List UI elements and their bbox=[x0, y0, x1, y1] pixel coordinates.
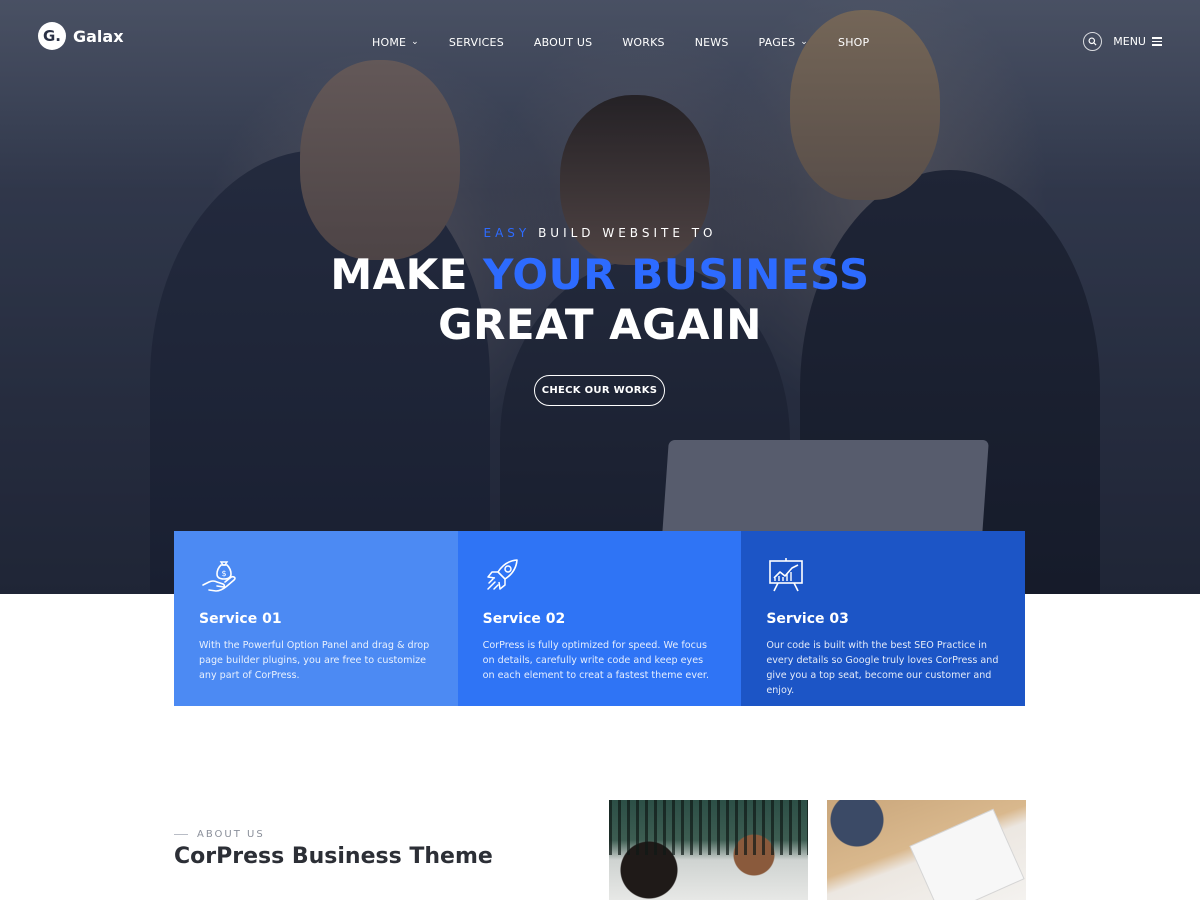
menu-button[interactable]: MENU bbox=[1113, 35, 1162, 48]
logo-mark: G. bbox=[38, 22, 66, 50]
rocket-icon bbox=[486, 559, 518, 590]
nav-item-shop[interactable]: SHOP bbox=[838, 35, 869, 49]
service-title: Service 01 bbox=[199, 611, 282, 627]
menu-label: MENU bbox=[1113, 35, 1146, 48]
service-description: With the Powerful Option Panel and drag … bbox=[199, 640, 430, 681]
service-title: Service 03 bbox=[766, 611, 849, 627]
nav-item-label: NEWS bbox=[694, 35, 729, 49]
about-eyebrow: ABOUT US bbox=[174, 829, 265, 840]
about-eyebrow-line bbox=[174, 834, 188, 835]
nav-item-pages[interactable]: PAGES ⌄ bbox=[759, 35, 808, 49]
service-card-1[interactable]: $ Service 01 With the Powerful Option Pa… bbox=[174, 531, 458, 706]
about-photo-meeting bbox=[827, 800, 1026, 900]
service-description: CorPress is fully optimized for speed. W… bbox=[482, 640, 710, 681]
chevron-down-icon: ⌄ bbox=[411, 37, 419, 47]
search-button[interactable] bbox=[1083, 32, 1103, 51]
presentation-chart-icon bbox=[769, 558, 804, 592]
hero-eyebrow-accent: EASY bbox=[483, 226, 531, 240]
nav-item-about-us[interactable]: ABOUT US bbox=[534, 35, 592, 49]
hamburger-icon bbox=[1152, 37, 1162, 46]
hero-headline-line-1: MAKE YOUR BUSINESS bbox=[0, 250, 1200, 300]
hero-eyebrow-text: BUILD WEBSITE TO bbox=[530, 226, 717, 240]
service-card-3[interactable]: Service 03 Our code is built with the be… bbox=[741, 531, 1025, 706]
nav-item-services[interactable]: SERVICES bbox=[449, 35, 504, 49]
nav-item-works[interactable]: WORKS bbox=[622, 35, 664, 49]
service-description: Our code is built with the best SEO Prac… bbox=[766, 640, 999, 696]
header-actions: MENU bbox=[1083, 32, 1162, 51]
hero-eyebrow: EASY BUILD WEBSITE TO bbox=[0, 226, 1200, 240]
hero-headline: MAKE YOUR BUSINESS GREAT AGAIN bbox=[0, 250, 1200, 350]
logo-text: Galax bbox=[73, 26, 124, 46]
nav-item-label: SHOP bbox=[838, 35, 870, 49]
main-nav: HOME ⌄ SERVICES ABOUT US WORKS NEWS PAGE… bbox=[372, 35, 899, 49]
svg-text:$: $ bbox=[221, 569, 226, 578]
search-icon bbox=[1088, 37, 1097, 46]
check-our-works-button[interactable]: CHECK OUR WORKS bbox=[534, 375, 665, 406]
nav-item-label: SERVICES bbox=[448, 35, 504, 49]
nav-item-label: WORKS bbox=[622, 35, 665, 49]
money-bag-hand-icon: $ bbox=[202, 561, 236, 592]
site-logo[interactable]: G. Galax bbox=[38, 22, 124, 50]
about-title: CorPress Business Theme bbox=[174, 844, 493, 869]
hero-headline-accent: YOUR BUSINESS bbox=[483, 250, 870, 299]
nav-item-label: ABOUT US bbox=[533, 35, 593, 49]
service-card-2[interactable]: Service 02 CorPress is fully optimized f… bbox=[457, 531, 742, 706]
service-title: Service 02 bbox=[482, 611, 566, 627]
services-strip: $ Service 01 With the Powerful Option Pa… bbox=[174, 531, 1025, 706]
nav-item-home[interactable]: HOME ⌄ bbox=[372, 35, 419, 49]
hero-headline-prefix: MAKE bbox=[330, 250, 484, 299]
nav-item-label: PAGES bbox=[758, 35, 796, 49]
hero-headline-line-2: GREAT AGAIN bbox=[438, 300, 762, 349]
chevron-down-icon: ⌄ bbox=[800, 37, 809, 47]
nav-item-news[interactable]: NEWS bbox=[695, 35, 729, 49]
about-photo-team bbox=[609, 800, 808, 900]
nav-item-label: HOME bbox=[372, 35, 407, 49]
about-eyebrow-label: ABOUT US bbox=[197, 829, 265, 840]
